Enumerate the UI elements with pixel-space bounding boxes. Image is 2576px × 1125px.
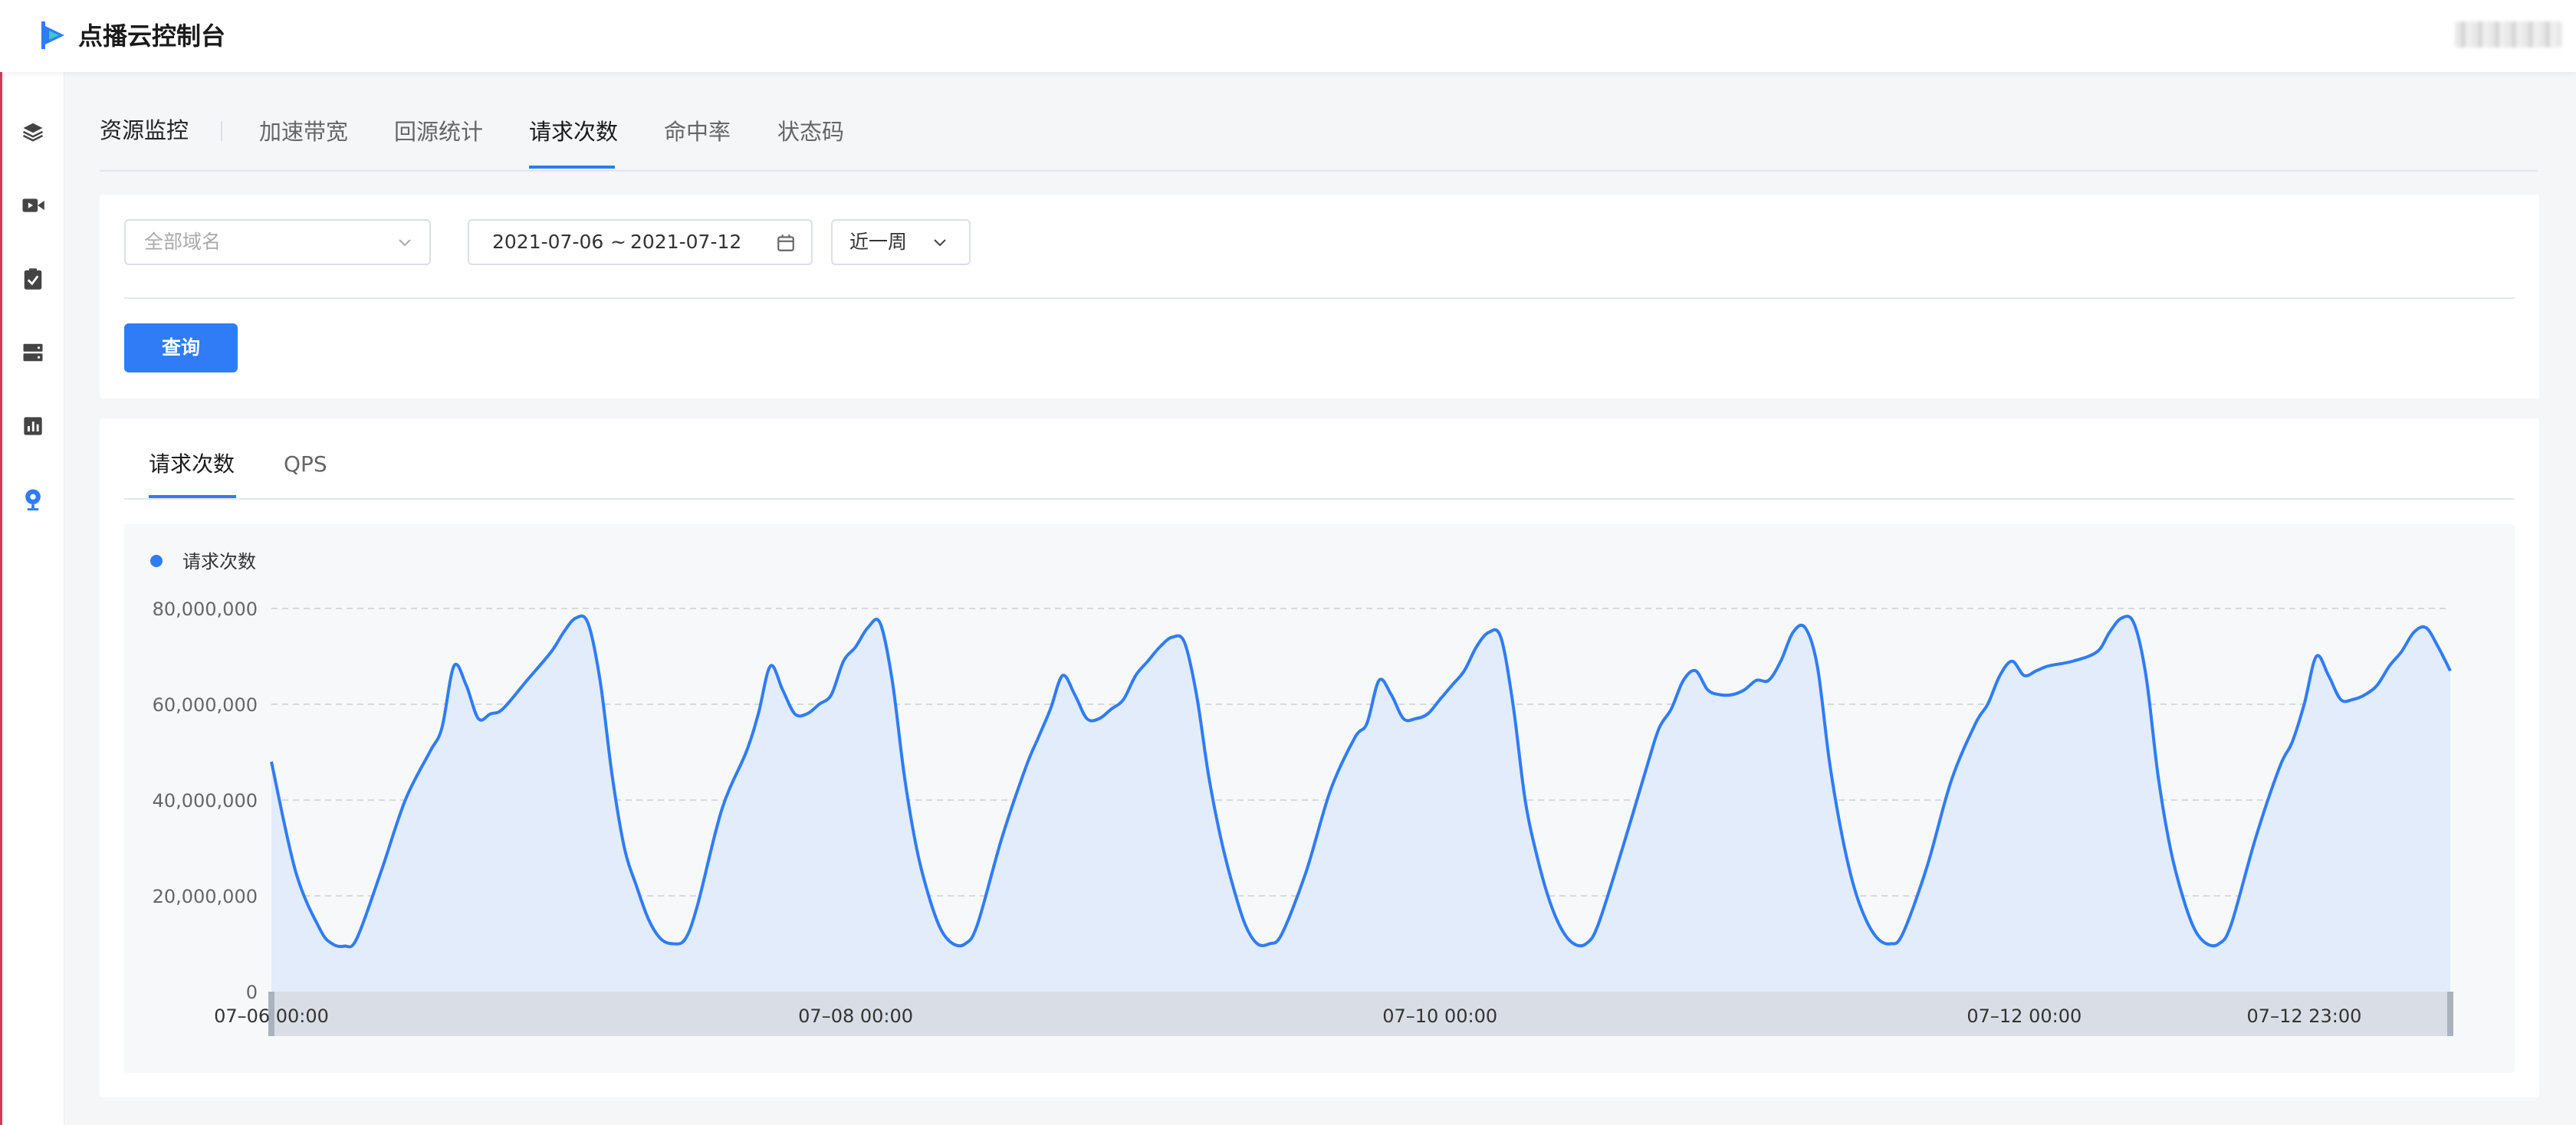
chart-area: 请求次数 0 20,000,000 40,000,000 60,000,000 80,00… xyxy=(124,524,2515,1073)
filter-panel: 全部域名 2021-07-06 ~ 2021-07-12 近一周 查询 xyxy=(100,195,2539,399)
calendar-icon xyxy=(777,235,794,251)
clipboard-check-icon[interactable] xyxy=(19,265,47,293)
date-range-picker[interactable]: 2021-07-06 ~ 2021-07-12 xyxy=(468,219,813,265)
top-header: 点播云控制台 xyxy=(0,0,2576,72)
zoom-slider-band xyxy=(271,992,2450,1036)
app-title: 点播云控制台 xyxy=(78,21,226,51)
user-account[interactable] xyxy=(2455,21,2562,48)
sidebar xyxy=(2,72,64,1125)
chart-tab-requests[interactable]: 请求次数 xyxy=(149,449,235,480)
monitor-tabs: 资源监控 加速带宽 回源统计 请求次数 命中率 状态码 xyxy=(100,115,2538,172)
y-tick-label: 20,000,000 xyxy=(153,886,258,907)
chart-tab-divider xyxy=(124,498,2515,500)
breadcrumb: 资源监控 xyxy=(100,117,189,143)
x-tick-label: 07–10 00:00 xyxy=(1382,1005,1497,1027)
filter-divider xyxy=(124,297,2515,299)
layers-icon[interactable] xyxy=(19,118,47,146)
active-tab-indicator xyxy=(529,166,615,169)
tab-bandwidth[interactable]: 加速带宽 xyxy=(259,116,348,147)
range-value: 近一周 xyxy=(849,231,908,253)
date-end: 2021-07-12 xyxy=(630,231,742,253)
domain-select[interactable]: 全部域名 xyxy=(124,219,431,265)
range-select[interactable]: 近一周 xyxy=(831,219,971,265)
y-tick-label: 80,000,000 xyxy=(153,599,258,620)
legend-label: 请求次数 xyxy=(182,551,256,572)
server-icon[interactable] xyxy=(19,339,47,366)
chart-panel: 请求次数 QPS 请求次数 0 20,000,000 40,000,000 60,000… xyxy=(100,418,2539,1097)
date-separator: ~ xyxy=(610,231,626,253)
x-tick-label: 07–12 23:00 xyxy=(2247,1005,2362,1027)
play-logo-icon xyxy=(41,21,64,49)
tab-origin-stats[interactable]: 回源统计 xyxy=(394,116,483,147)
y-tick-label: 40,000,000 xyxy=(153,790,258,812)
y-tick-label: 0 xyxy=(246,982,258,1003)
requests-area-chart[interactable]: 请求次数 0 20,000,000 40,000,000 60,000,000 80,00… xyxy=(124,524,2515,1073)
bar-chart-icon[interactable] xyxy=(19,412,47,440)
monitor-icon[interactable] xyxy=(19,486,47,513)
tab-requests[interactable]: 请求次数 xyxy=(529,116,618,147)
x-tick-label: 07–06 00:00 xyxy=(214,1005,329,1027)
date-start: 2021-07-06 xyxy=(492,231,604,253)
chevron-down-icon xyxy=(399,239,411,247)
tab-status-code[interactable]: 状态码 xyxy=(777,116,844,147)
breadcrumb-separator xyxy=(221,121,222,141)
zoom-handle-right xyxy=(2447,992,2453,1036)
tab-hit-rate[interactable]: 命中率 xyxy=(664,116,731,147)
domain-placeholder: 全部域名 xyxy=(144,231,222,253)
query-button[interactable]: 查询 xyxy=(124,323,238,372)
legend-marker xyxy=(150,555,163,567)
y-tick-label: 60,000,000 xyxy=(153,694,258,716)
x-tick-label: 07–08 00:00 xyxy=(798,1005,913,1027)
video-icon[interactable] xyxy=(19,192,47,219)
chevron-down-icon xyxy=(934,239,946,247)
x-tick-label: 07–12 00:00 xyxy=(1967,1005,2082,1027)
chart-tab-qps[interactable]: QPS xyxy=(284,449,327,480)
